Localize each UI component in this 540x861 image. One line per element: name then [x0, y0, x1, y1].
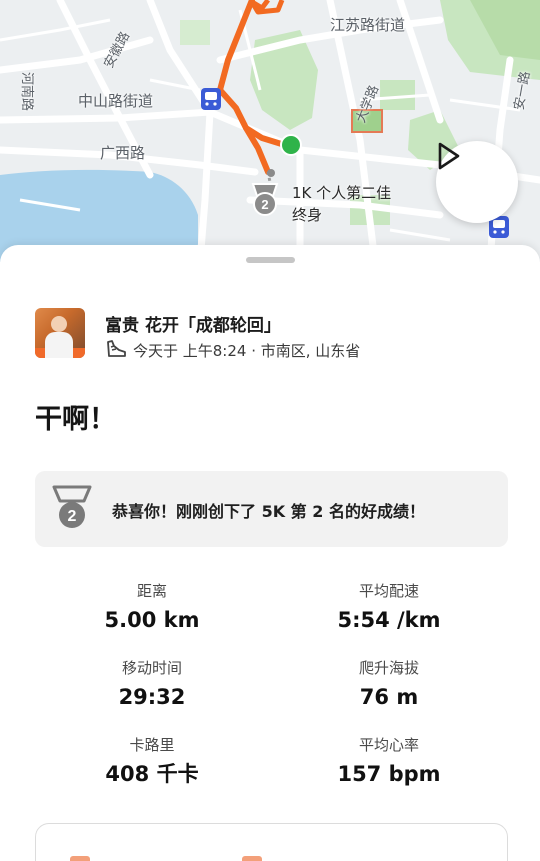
activity-meta: 今天于 上午8:24 · 市南区, 山东省: [133, 342, 361, 360]
drag-handle[interactable]: [246, 257, 295, 263]
stat-avg-heart-rate: 平均心率 157 bpm: [279, 735, 499, 787]
map-label-guangxi: 广西路: [100, 144, 146, 162]
map-label-henan: 河南路: [19, 72, 34, 112]
route-medal-rank: 2: [261, 197, 268, 212]
shoe-icon: [105, 339, 127, 363]
stat-value: 5:54 /km: [337, 608, 441, 632]
route-start-dot: [280, 134, 302, 156]
stat-value: 157 bpm: [337, 762, 441, 786]
stat-calories: 卡路里 408 千卡: [42, 735, 262, 787]
card-icon-peek: [70, 856, 90, 861]
route-medal-label: 1K 个人第二佳 终身: [292, 182, 391, 226]
stat-label: 爬升海拔: [358, 659, 419, 677]
activity-sheet: 富贵 花开「成都轮回」 今天于 上午8:24 · 市南区, 山东省 干啊！ 2 …: [0, 245, 540, 861]
play-button[interactable]: [436, 141, 518, 223]
activity-title: 干啊！: [35, 404, 116, 435]
card-icon-peek: [242, 856, 262, 861]
map-background: [0, 0, 540, 262]
map-label-jiangsu: 江苏路街道: [330, 16, 406, 34]
map-label-zhongshan: 中山路街道: [78, 92, 154, 110]
stat-label: 平均心率: [358, 736, 419, 754]
stat-label: 平均配速: [358, 582, 419, 600]
achievement-rank: 2: [68, 508, 77, 525]
stat-moving-time: 移动时间 29:32: [42, 658, 262, 710]
stat-value: 5.00 km: [104, 608, 200, 632]
bottom-card[interactable]: [35, 823, 508, 861]
stat-label: 移动时间: [121, 659, 182, 677]
stat-label: 距离: [136, 582, 167, 600]
route-medal-label-line2: 终身: [292, 206, 323, 224]
stat-avg-pace: 平均配速 5:54 /km: [279, 581, 499, 633]
route-map[interactable]: 江苏路街道 中山路街道 广西路 安徽路 河南路 大学路 安一路 2 1K 个人第…: [0, 0, 540, 262]
stat-value: 408 千卡: [105, 762, 199, 786]
achievement-banner[interactable]: 2 恭喜你！刚刚创下了 5K 第 2 名的好成绩！: [35, 471, 508, 547]
stat-value: 29:32: [118, 685, 186, 709]
stat-distance: 距离 5.00 km: [42, 581, 262, 633]
avatar[interactable]: [35, 308, 85, 358]
route-medal-label-line1: 1K 个人第二佳: [292, 184, 392, 202]
transit-icon: [201, 88, 221, 110]
stat-elevation-gain: 爬升海拔 76 m: [279, 658, 499, 710]
achievement-text: 恭喜你！刚刚创下了 5K 第 2 名的好成绩！: [112, 502, 425, 521]
athlete-name[interactable]: 富贵 花开「成都轮回」: [105, 311, 281, 336]
play-icon: [438, 142, 460, 170]
stat-value: 76 m: [359, 685, 419, 709]
medal-icon: 2: [51, 485, 93, 535]
stat-label: 卡路里: [129, 736, 175, 754]
